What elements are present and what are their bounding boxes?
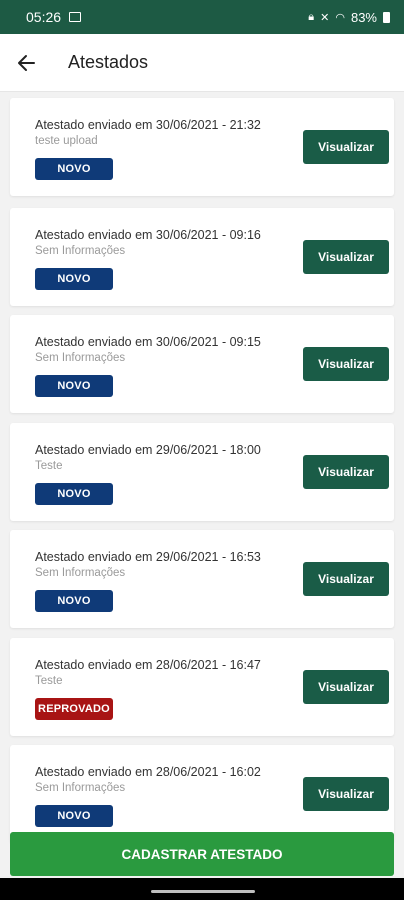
list-item: Atestado enviado em 28/06/2021 - 16:02 Se… xyxy=(10,745,394,843)
app-bar: Atestados xyxy=(0,34,404,92)
status-time: 05:26 xyxy=(26,9,62,25)
item-description: Sem Informações xyxy=(35,567,126,579)
status-badge: NOVO xyxy=(35,268,113,290)
visualizar-button[interactable]: Visualizar xyxy=(303,347,389,381)
visualizar-button[interactable]: Visualizar xyxy=(303,777,389,811)
item-title: Atestado enviado em 29/06/2021 - 16:53 xyxy=(35,550,261,564)
item-description: teste upload xyxy=(35,135,98,147)
item-description: Sem Informações xyxy=(35,245,126,257)
status-badge: NOVO xyxy=(35,158,113,180)
item-title: Atestado enviado em 28/06/2021 - 16:02 xyxy=(35,765,261,779)
battery-percent: 83% xyxy=(350,9,377,25)
status-bar: 05:26 🔒︎ ✕ ◠ 83% xyxy=(0,0,404,34)
wifi-icon: ◠ xyxy=(335,11,345,24)
status-badge: NOVO xyxy=(35,805,113,827)
list-item: Atestado enviado em 30/06/2021 - 09:15 Se… xyxy=(10,315,394,413)
battery-icon xyxy=(383,11,390,23)
item-description: Sem Informações xyxy=(35,352,126,364)
visualizar-button[interactable]: Visualizar xyxy=(303,562,389,596)
status-badge: NOVO xyxy=(35,483,113,505)
arrow-left-icon[interactable] xyxy=(14,51,38,75)
item-title: Atestado enviado em 30/06/2021 - 09:16 xyxy=(35,228,261,242)
item-description: Teste xyxy=(35,460,63,472)
mute-icon: ✕ xyxy=(320,11,330,24)
visualizar-button[interactable]: Visualizar xyxy=(303,455,389,489)
image-notification-icon xyxy=(69,12,82,22)
system-nav-bar xyxy=(0,878,404,900)
list-item: Atestado enviado em 29/06/2021 - 16:53 Se… xyxy=(10,530,394,628)
visualizar-button[interactable]: Visualizar xyxy=(303,240,389,274)
status-badge: NOVO xyxy=(35,375,113,397)
item-description: Teste xyxy=(35,675,63,687)
status-icons: 🔒︎ ✕ ◠ 83% xyxy=(308,10,390,25)
item-title: Atestado enviado em 29/06/2021 - 18:00 xyxy=(35,443,261,457)
list-item: Atestado enviado em 29/06/2021 - 18:00 Te… xyxy=(10,423,394,521)
item-title: Atestado enviado em 30/06/2021 - 09:15 xyxy=(35,335,261,349)
list-item: Atestado enviado em 28/06/2021 - 16:47 Te… xyxy=(10,638,394,736)
visualizar-button[interactable]: Visualizar xyxy=(303,130,389,164)
home-indicator[interactable] xyxy=(151,890,255,893)
status-badge: REPROVADO xyxy=(35,698,113,720)
visualizar-button[interactable]: Visualizar xyxy=(303,670,389,704)
item-title: Atestado enviado em 30/06/2021 - 21:32 xyxy=(35,118,261,132)
list-item: Atestado enviado em 30/06/2021 - 09:16 Se… xyxy=(10,208,394,306)
list-item: Atestado enviado em 30/06/2021 - 21:32 te… xyxy=(10,98,394,196)
item-description: Sem Informações xyxy=(35,782,126,794)
status-badge: NOVO xyxy=(35,590,113,612)
item-title: Atestado enviado em 28/06/2021 - 16:47 xyxy=(35,658,261,672)
page-title: Atestados xyxy=(68,52,149,72)
cadastrar-atestado-button[interactable]: CADASTRAR ATESTADO xyxy=(10,832,394,876)
lock-icon: 🔒︎ xyxy=(308,10,315,23)
